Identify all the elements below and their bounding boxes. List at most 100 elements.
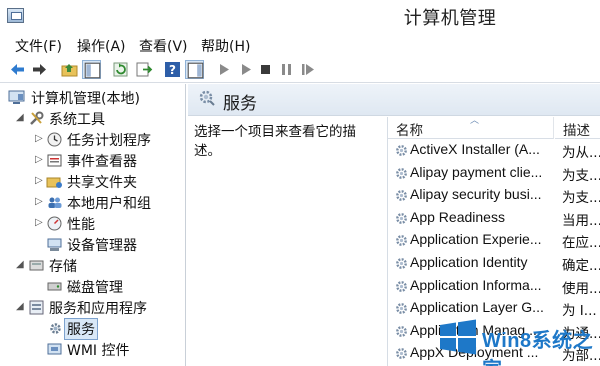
service-description: 确定...	[562, 258, 600, 274]
tree-root-label: 计算机管理(本地)	[31, 91, 140, 107]
tree-root[interactable]: 计算机管理(本地)	[0, 88, 185, 109]
shared-folder-icon	[46, 173, 63, 190]
description-panel: 选择一个项目来查看它的描述。	[188, 117, 386, 366]
show-action-pane-icon[interactable]	[185, 60, 204, 79]
pause-icon[interactable]	[277, 60, 296, 79]
show-tree-icon[interactable]	[82, 60, 101, 79]
performance-icon	[46, 215, 63, 232]
tree-item-label: 设备管理器	[67, 238, 137, 254]
services-icon	[198, 88, 218, 108]
help-icon[interactable]: ?	[163, 60, 182, 79]
service-row[interactable]: Application Experie... 在应...	[388, 230, 600, 252]
services-apps-icon	[28, 299, 45, 316]
description-text: 选择一个项目来查看它的描述。	[194, 124, 356, 159]
tree-item-label: 服务和应用程序	[49, 301, 147, 317]
tree-item-storage[interactable]: ◢ 存储	[0, 256, 185, 277]
tree-item-label: 性能	[67, 217, 95, 233]
disk-icon	[46, 278, 63, 295]
clock-icon	[46, 131, 63, 148]
service-name: Application Identity	[410, 254, 528, 270]
console-tree: 计算机管理(本地) ◢ 系统工具 ▷ 任务计划程序 ▷ 事件查看器 ▷ 共享文件…	[0, 84, 186, 366]
menu-view[interactable]: 查看(V)	[139, 36, 188, 56]
tree-item-task-scheduler[interactable]: ▷ 任务计划程序	[0, 130, 185, 151]
collapse-arrow-icon[interactable]: ◢	[16, 302, 26, 312]
service-row[interactable]: Alipay security busi... 为支...	[388, 185, 600, 207]
menu-bar: 文件(F) 操作(A) 查看(V) 帮助(H)	[0, 34, 600, 56]
play-alt-icon[interactable]	[236, 60, 255, 79]
tree-item-label: 系统工具	[49, 112, 105, 128]
column-header-description[interactable]: 描述	[555, 117, 600, 139]
service-name: Application Informa...	[410, 276, 542, 293]
expand-arrow-icon[interactable]: ▷	[35, 155, 45, 165]
service-name: Application Layer G...	[410, 299, 544, 316]
tree-item-disk-management[interactable]: 磁盘管理	[0, 277, 185, 298]
service-name: Application Experie...	[410, 231, 542, 248]
service-row[interactable]: Application Identity 确定...	[388, 253, 600, 275]
tree-item-label: 事件查看器	[67, 154, 137, 170]
service-name: Alipay security busi...	[410, 186, 542, 203]
tree-item-shared-folders[interactable]: ▷ 共享文件夹	[0, 172, 185, 193]
menu-help[interactable]: 帮助(H)	[201, 36, 250, 56]
service-row[interactable]: App Readiness 当用...	[388, 208, 600, 230]
tree-item-label: 服务	[64, 318, 98, 340]
service-name: Alipay payment clie...	[410, 163, 543, 180]
tree-item-services[interactable]: 服务	[0, 318, 185, 340]
stop-icon[interactable]	[256, 60, 275, 79]
watermark-text: Win8系统之家	[482, 330, 594, 366]
service-gear-icon	[394, 166, 409, 181]
tree-item-local-users[interactable]: ▷ 本地用户和组	[0, 193, 185, 214]
tree-item-event-viewer[interactable]: ▷ 事件查看器	[0, 151, 185, 172]
service-description: 为支...	[562, 167, 600, 184]
service-description: 为支...	[562, 190, 600, 207]
expand-arrow-icon[interactable]: ▷	[35, 197, 45, 207]
service-gear-icon	[394, 256, 409, 271]
tools-icon	[28, 110, 45, 127]
event-viewer-icon	[46, 152, 63, 169]
collapse-arrow-icon[interactable]: ◢	[16, 260, 26, 270]
expand-arrow-icon[interactable]: ▷	[35, 134, 45, 144]
service-description: 当用...	[562, 212, 600, 229]
windows-logo-icon	[440, 319, 476, 355]
tree-item-wmi-control[interactable]: WMI 控件	[0, 340, 185, 361]
service-description: 使用...	[562, 280, 600, 297]
back-arrow-icon[interactable]	[8, 60, 27, 79]
tree-item-label: 存储	[49, 259, 77, 275]
service-row[interactable]: ActiveX Installer (A... 为从...	[388, 140, 600, 162]
service-gear-icon	[394, 301, 409, 316]
forward-arrow-icon[interactable]	[30, 60, 49, 79]
sort-up-icon: ︿	[470, 117, 480, 126]
service-gear-icon	[394, 346, 409, 361]
tree-item-services-and-applications[interactable]: ◢ 服务和应用程序	[0, 298, 185, 319]
service-gear-icon	[394, 279, 409, 294]
service-gear-icon	[394, 233, 409, 248]
export-list-icon[interactable]	[134, 60, 153, 79]
refresh-icon[interactable]	[111, 60, 130, 79]
expand-arrow-icon[interactable]: ▷	[35, 218, 45, 228]
svg-text:?: ?	[169, 63, 176, 77]
computer-management-icon	[8, 89, 25, 106]
up-folder-icon[interactable]	[60, 60, 79, 79]
restart-icon[interactable]	[298, 60, 317, 79]
collapse-arrow-icon[interactable]: ◢	[16, 113, 26, 123]
column-header-name[interactable]: ︿ 名称	[388, 117, 554, 139]
tree-item-performance[interactable]: ▷ 性能	[0, 214, 185, 235]
watermark: Win8系统之家	[436, 316, 600, 366]
tree-item-system-tools[interactable]: ◢ 系统工具	[0, 109, 185, 130]
service-description: 在应...	[562, 235, 600, 252]
tree-item-label: WMI 控件	[67, 343, 130, 359]
storage-icon	[28, 257, 45, 274]
service-gear-icon	[394, 211, 409, 226]
tree-item-label: 共享文件夹	[67, 175, 137, 191]
tree-item-device-manager[interactable]: 设备管理器	[0, 235, 185, 256]
service-name: App Readiness	[410, 208, 505, 225]
service-gear-icon	[394, 188, 409, 203]
play-icon[interactable]	[214, 60, 233, 79]
service-row[interactable]: Application Informa... 使用...	[388, 276, 600, 298]
service-gear-icon	[394, 143, 409, 158]
expand-arrow-icon[interactable]: ▷	[35, 176, 45, 186]
menu-file[interactable]: 文件(F)	[15, 36, 62, 56]
tree-item-label: 任务计划程序	[67, 133, 151, 149]
menu-action[interactable]: 操作(A)	[77, 36, 126, 56]
service-row[interactable]: Alipay payment clie... 为支...	[388, 163, 600, 185]
tree-item-label: 本地用户和组	[67, 196, 151, 212]
